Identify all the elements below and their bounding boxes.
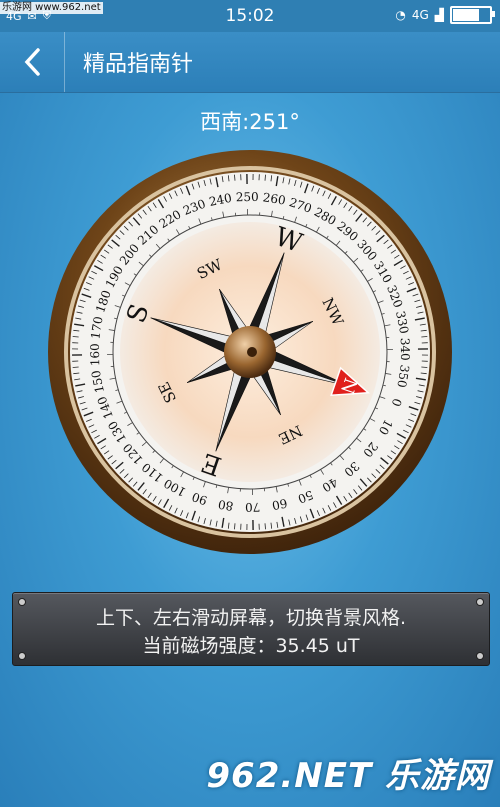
page-title: 精品指南针 (83, 52, 194, 77)
compass-dial[interactable]: 0102030405060708090100110120130140150160… (46, 148, 454, 556)
watermark-bottom: 962.NET 乐游网 (206, 756, 490, 796)
tick-mark (264, 523, 266, 530)
degree-label: 70 (245, 500, 261, 514)
info-panel: 上下、左右滑动屏幕，切换背景风格. 当前磁场强度：35.45 uT (12, 592, 490, 666)
back-button[interactable] (0, 32, 65, 92)
magnetic-field-text: 当前磁场强度：35.45 uT (142, 635, 360, 657)
chevron-left-icon (24, 48, 40, 76)
battery-icon (450, 6, 495, 24)
degree-label: 60 (271, 496, 289, 513)
degree-label: 160 (88, 343, 102, 366)
degree-label: 340 (398, 338, 412, 361)
degree-label: 250 (236, 190, 259, 204)
alarm-icon: ◔ (395, 8, 406, 22)
tick-mark (421, 366, 428, 368)
heading-readout: 西南:251° (200, 110, 300, 134)
battery-level (453, 9, 479, 21)
degree-label: 80 (217, 497, 234, 513)
tick-mark (421, 336, 428, 338)
compass-pivot (247, 347, 257, 357)
status-right: ◔ 4G ▟ (395, 6, 495, 24)
hint-text: 上下、左右滑动屏幕，切换背景风格. (95, 607, 407, 629)
tick-mark (234, 174, 236, 181)
signal-icon: ▟ (434, 8, 444, 22)
network-label: 4G (411, 8, 429, 22)
watermark-top: 乐游网 www.962.net (0, 2, 103, 14)
title-bar: 精品指南针 (0, 32, 500, 93)
tick-mark (264, 174, 266, 181)
tick-mark (72, 366, 79, 368)
tick-mark (234, 523, 236, 530)
tick-mark (72, 336, 79, 338)
